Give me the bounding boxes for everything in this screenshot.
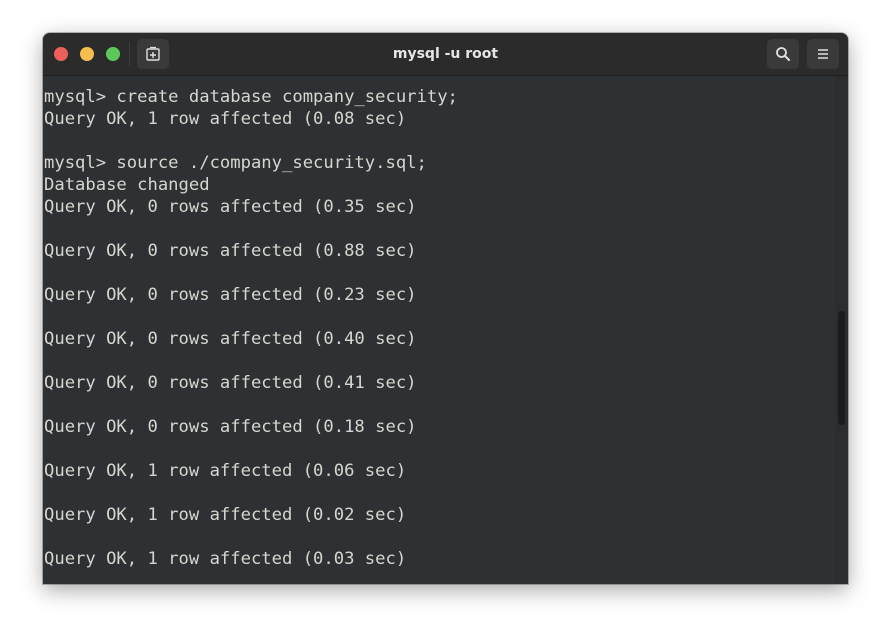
close-window-button[interactable] bbox=[54, 47, 68, 61]
terminal-lines: mysql> create database company_security;… bbox=[44, 86, 458, 570]
minimize-window-button[interactable] bbox=[80, 47, 94, 61]
terminal-line: Query OK, 1 row affected (0.03 sec) bbox=[44, 549, 407, 569]
new-tab-icon bbox=[146, 46, 160, 61]
maximize-window-button[interactable] bbox=[106, 47, 120, 61]
terminal-line: mysql> create database company_security; bbox=[44, 87, 458, 107]
search-icon bbox=[776, 47, 790, 61]
terminal-output[interactable]: mysql> create database company_security;… bbox=[43, 76, 835, 584]
terminal-line: Query OK, 0 rows affected (0.41 sec) bbox=[44, 373, 417, 393]
scrollbar[interactable] bbox=[835, 76, 848, 584]
titlebar-divider bbox=[129, 42, 130, 66]
search-button[interactable] bbox=[767, 39, 799, 69]
menu-button[interactable] bbox=[807, 39, 839, 69]
scrollbar-thumb[interactable] bbox=[838, 311, 845, 425]
new-tab-button[interactable] bbox=[137, 39, 169, 69]
terminal-line: Query OK, 0 rows affected (0.40 sec) bbox=[44, 329, 417, 349]
terminal-line: Query OK, 0 rows affected (0.23 sec) bbox=[44, 285, 417, 305]
terminal-line: Query OK, 1 row affected (0.06 sec) bbox=[44, 461, 407, 481]
terminal-line: Query OK, 0 rows affected (0.18 sec) bbox=[44, 417, 417, 437]
terminal-line: Database changed bbox=[44, 175, 210, 195]
terminal-line: Query OK, 1 row affected (0.08 sec) bbox=[44, 109, 407, 129]
terminal-line: mysql> source ./company_security.sql; bbox=[44, 153, 427, 173]
terminal-line: Query OK, 1 row affected (0.02 sec) bbox=[44, 505, 407, 525]
terminal-window: mysql -u root mysql> create database com… bbox=[43, 33, 848, 584]
hamburger-menu-icon bbox=[818, 49, 828, 59]
terminal-line: Query OK, 0 rows affected (0.35 sec) bbox=[44, 197, 417, 217]
terminal-line: Query OK, 0 rows affected (0.88 sec) bbox=[44, 241, 417, 261]
title-bar[interactable]: mysql -u root bbox=[43, 33, 848, 76]
